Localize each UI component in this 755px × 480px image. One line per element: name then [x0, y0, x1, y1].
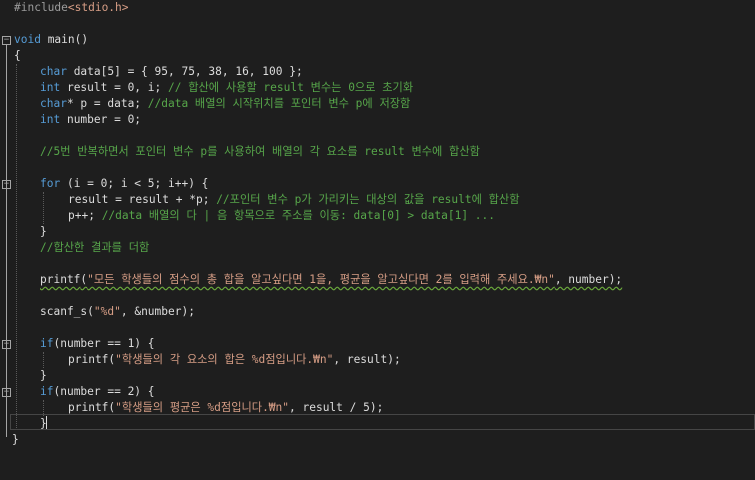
function-printf: printf: [68, 353, 109, 366]
open-brace: {: [14, 49, 21, 62]
paren-open: (: [87, 305, 94, 318]
code-line-close-if-1[interactable]: }: [0, 368, 755, 384]
code-line-sum-comment[interactable]: //합산한 결과를 더함: [0, 240, 755, 256]
keyword-if: if: [40, 385, 54, 398]
code-line-if-1[interactable]: − if(number == 1) {: [0, 336, 755, 352]
printf-args: , result / 5);: [289, 401, 384, 414]
data-decl: data[5] = { 95, 75, 38, 16, 100 };: [66, 65, 303, 78]
code-line-number[interactable]: int number = 0;: [0, 112, 755, 128]
result-comment: // 합산에 사용할 result 변수는 0으로 초기화: [168, 81, 414, 94]
sum-string: "학생들의 각 요소의 합은 %d점입니다.₩n": [115, 353, 334, 366]
preprocessor-directive: #include: [14, 1, 68, 14]
code-line-open-brace[interactable]: {: [0, 48, 755, 64]
prompt-string: "모든 학생들의 점수의 총 합을 알고싶다면 1을, 평균을 알고싶다면 2를…: [87, 273, 555, 286]
printf-args: , number);: [554, 273, 623, 286]
scanf-args: , &number);: [120, 305, 195, 318]
format-string: "%d": [93, 305, 121, 318]
function-printf: printf: [68, 401, 109, 414]
number-decl: number = 0;: [60, 113, 142, 126]
sum-comment: //포인터 변수 p가 가리키는 대상의 값을 result에 합산함: [216, 193, 520, 206]
pointer-decl: * p = data;: [66, 97, 148, 110]
sum-result-comment: //합산한 결과를 더함: [40, 241, 150, 254]
code-line-pointer[interactable]: char* p = data; //data 배열의 시작위치를 포인터 변수 …: [0, 96, 755, 112]
increment-stmt: p++;: [68, 209, 102, 222]
text-caret: [46, 416, 47, 429]
include-header: <stdio.h>: [67, 1, 129, 14]
result-decl: result = 0, i;: [60, 81, 168, 94]
collapse-minus-icon[interactable]: −: [2, 180, 11, 189]
close-brace: }: [40, 225, 47, 238]
sum-stmt: result = result + *p;: [68, 193, 217, 206]
close-brace: }: [40, 369, 47, 382]
code-line-main-signature[interactable]: − void main(): [0, 32, 755, 48]
if-condition: (number == 2) {: [53, 385, 155, 398]
code-line-scanf[interactable]: scanf_s("%d", &number);: [0, 304, 755, 320]
collapse-minus-icon[interactable]: −: [2, 388, 11, 397]
if-condition: (number == 1) {: [53, 337, 155, 350]
keyword-if: if: [40, 337, 54, 350]
code-line-close-if-2[interactable]: }: [0, 416, 755, 432]
keyword-for: for: [40, 177, 61, 190]
pointer-comment: //data 배열의 시작위치를 포인터 변수 p에 저장함: [147, 97, 411, 110]
close-brace: }: [12, 433, 19, 446]
code-line-include[interactable]: #include<stdio.h>: [0, 0, 755, 16]
keyword-char: char: [40, 97, 67, 110]
code-editor[interactable]: #include<stdio.h> − void main() { char d…: [0, 0, 755, 454]
keyword-int: int: [40, 113, 61, 126]
code-line-sum[interactable]: result = result + *p; //포인터 변수 p가 가리키는 대…: [0, 192, 755, 208]
printf-args: , result);: [333, 353, 401, 366]
loop-comment: //5번 반복하면서 포인터 변수 p를 사용하여 배열의 각 요소를 resu…: [40, 145, 480, 158]
code-line-print-sum[interactable]: printf("학생들의 각 요소의 합은 %d점입니다.₩n", result…: [0, 352, 755, 368]
collapse-minus-icon[interactable]: −: [2, 340, 11, 349]
for-header: (i = 0; i < 5; i++) {: [60, 177, 209, 190]
code-line-close-for[interactable]: }: [0, 224, 755, 240]
code-line-data[interactable]: char data[5] = { 95, 75, 38, 16, 100 };: [0, 64, 755, 80]
keyword-int: int: [40, 81, 61, 94]
code-line-printf-prompt[interactable]: printf("모든 학생들의 점수의 총 합을 알고싶다면 1을, 평균을 알…: [0, 272, 755, 288]
code-line-if-2[interactable]: − if(number == 2) {: [0, 384, 755, 400]
function-printf: printf: [40, 273, 81, 286]
code-line-result[interactable]: int result = 0, i; // 합산에 사용할 result 변수는…: [0, 80, 755, 96]
function-scanf: scanf_s: [40, 305, 88, 318]
code-line-close-main[interactable]: }: [0, 432, 755, 448]
increment-comment: //data 배열의 다 | 음 항목으로 주소를 이동: data[0] > …: [101, 209, 495, 222]
code-line-increment[interactable]: p++; //data 배열의 다 | 음 항목으로 주소를 이동: data[…: [0, 208, 755, 224]
code-line-loop-comment[interactable]: //5번 반복하면서 포인터 변수 p를 사용하여 배열의 각 요소를 resu…: [0, 144, 755, 160]
main-signature: main(): [40, 33, 89, 46]
keyword-char: char: [40, 65, 67, 78]
keyword-void: void: [14, 33, 41, 46]
avg-string: "학생들의 평균은 %d점입니다.₩n": [115, 401, 290, 414]
code-line-for[interactable]: − for (i = 0; i < 5; i++) {: [0, 176, 755, 192]
